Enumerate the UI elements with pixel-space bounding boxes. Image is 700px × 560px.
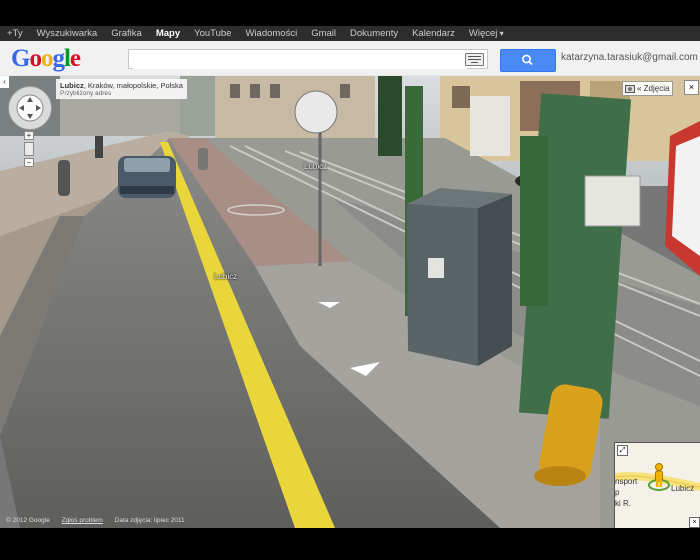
photos-label: « Zdjęcia (637, 84, 670, 93)
street-label: Lubicz (304, 162, 328, 171)
minimap-label: p (615, 488, 620, 497)
search-button[interactable] (500, 49, 556, 72)
keyboard-icon[interactable] (465, 53, 484, 66)
logo-letter: g (52, 45, 64, 72)
address-note: Przybliżony adres (60, 90, 112, 97)
magnifier-icon (522, 54, 533, 66)
gbar-item-maps[interactable]: Mapy (149, 28, 187, 39)
zoom-in-button[interactable]: + (24, 131, 34, 140)
collapse-panel-toggle[interactable]: ‹ (0, 76, 9, 88)
location-region: , Kraków, małopolskie, Polska (83, 81, 183, 90)
gbar-item-search[interactable]: Wyszukiwarka (30, 28, 105, 39)
maps-header: Google katarzyna.tarasiuk@gmail.com ▾ (0, 41, 700, 76)
gbar-item-calendar[interactable]: Kalendarz (405, 28, 462, 39)
zoom-out-button[interactable]: − (24, 158, 34, 167)
gbar-item-plus[interactable]: +Ty (0, 28, 30, 39)
street-view-image (0, 76, 700, 528)
gbar-more-menu[interactable]: Więcej (462, 28, 511, 39)
logo-letter: e (69, 45, 81, 72)
minimap-close-icon[interactable]: × (689, 517, 700, 528)
account-menu[interactable]: katarzyna.tarasiuk@gmail.com ▾ (561, 52, 700, 63)
minimap-expand-icon[interactable]: ⤢ (617, 445, 628, 456)
search-box (128, 49, 488, 69)
gbar-item-gmail[interactable]: Gmail (304, 28, 343, 39)
photo-icon (625, 84, 635, 93)
image-date: Data zdjęcia: lipiec 2011 (114, 517, 185, 524)
google-logo[interactable]: Google (11, 45, 81, 73)
gbar-item-images[interactable]: Grafika (104, 28, 149, 39)
minimap-label: ki R. (615, 499, 631, 508)
minimap-label: nsport (615, 477, 638, 486)
search-input[interactable] (133, 51, 467, 69)
close-icon[interactable]: × (684, 80, 699, 95)
gbar-item-news[interactable]: Wiadomości (238, 28, 304, 39)
zoom-control: + − (24, 131, 34, 167)
report-problem-link[interactable]: Zgłoś problem (62, 517, 103, 524)
location-card: Lubicz, Kraków, małopolskie, Polska Przy… (56, 79, 187, 99)
street-label: Lubicz (214, 272, 238, 281)
compass-icon (16, 94, 44, 122)
pan-control[interactable] (8, 86, 52, 130)
photos-button[interactable]: « Zdjęcia (622, 81, 674, 96)
pegman-icon (655, 463, 663, 487)
street-view-panorama[interactable]: ‹ + − Lubicz, Kraków, małopolskie, Polsk… (0, 76, 700, 528)
logo-letter: G (11, 45, 30, 72)
google-bar: +Ty Wyszukiwarka Grafika Mapy YouTube Wi… (0, 26, 700, 41)
account-email: katarzyna.tarasiuk@gmail.com (561, 52, 698, 63)
imagery-footer: © 2012 Google Zgłoś problem Data zdjęcia… (6, 517, 195, 524)
location-name: Lubicz (60, 81, 84, 90)
gbar-item-docs[interactable]: Dokumenty (343, 28, 405, 39)
logo-letter: o (29, 45, 41, 72)
mini-map[interactable]: Lubicz nsport p ki R. ⤢ × (614, 442, 700, 528)
gbar-item-youtube[interactable]: YouTube (187, 28, 238, 39)
minimap-street-label: Lubicz (671, 484, 695, 493)
copyright-text: © 2012 Google (6, 517, 50, 524)
logo-letter: o (40, 45, 53, 72)
top-black-band (0, 0, 700, 26)
zoom-slider[interactable] (24, 142, 34, 156)
